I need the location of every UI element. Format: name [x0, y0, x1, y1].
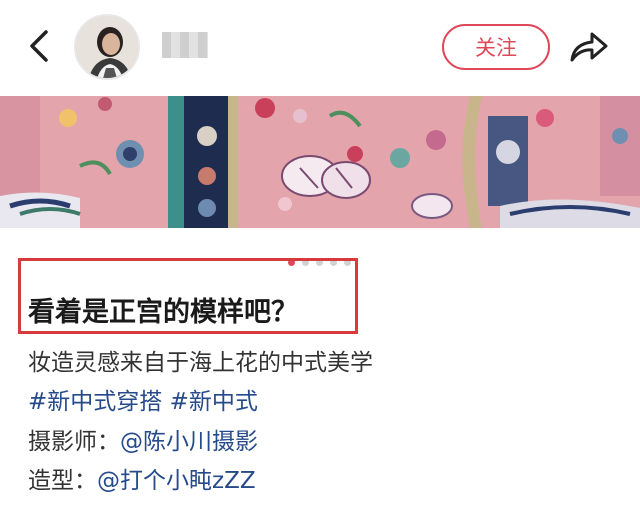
hashtag[interactable]: #新中式穿搭 [28, 389, 162, 415]
post-image[interactable] [0, 96, 640, 228]
author-name-blurred[interactable]: 用户 [162, 32, 208, 58]
back-arrow-icon [30, 30, 48, 62]
post-header: 用户 关注 [0, 0, 640, 96]
back-button[interactable] [22, 26, 58, 66]
post-description: 妆造灵感来自于海上花的中式美学 [28, 350, 373, 376]
styling-mention[interactable]: @打个小盹zZZ [97, 468, 256, 494]
hashtag[interactable]: #新中式 [170, 389, 258, 415]
avatar-image [76, 16, 138, 78]
photographer-credit: 摄影师：@陈小川摄影 [28, 422, 258, 456]
styling-label: 造型： [28, 468, 97, 494]
share-button[interactable] [566, 26, 610, 66]
photographer-label: 摄影师： [28, 429, 120, 455]
follow-button[interactable]: 关注 [442, 24, 550, 70]
photographer-mention[interactable]: @陈小川摄影 [120, 429, 258, 455]
post-tags: #新中式穿搭 #新中式 [28, 382, 258, 416]
styling-credit: 造型：@打个小盹zZZ [28, 461, 256, 495]
author-avatar[interactable] [74, 14, 140, 80]
share-icon [570, 32, 608, 62]
post-title: 看着是正宫的模样吧？ [28, 297, 298, 328]
embroidered-fabric-image [0, 96, 640, 228]
